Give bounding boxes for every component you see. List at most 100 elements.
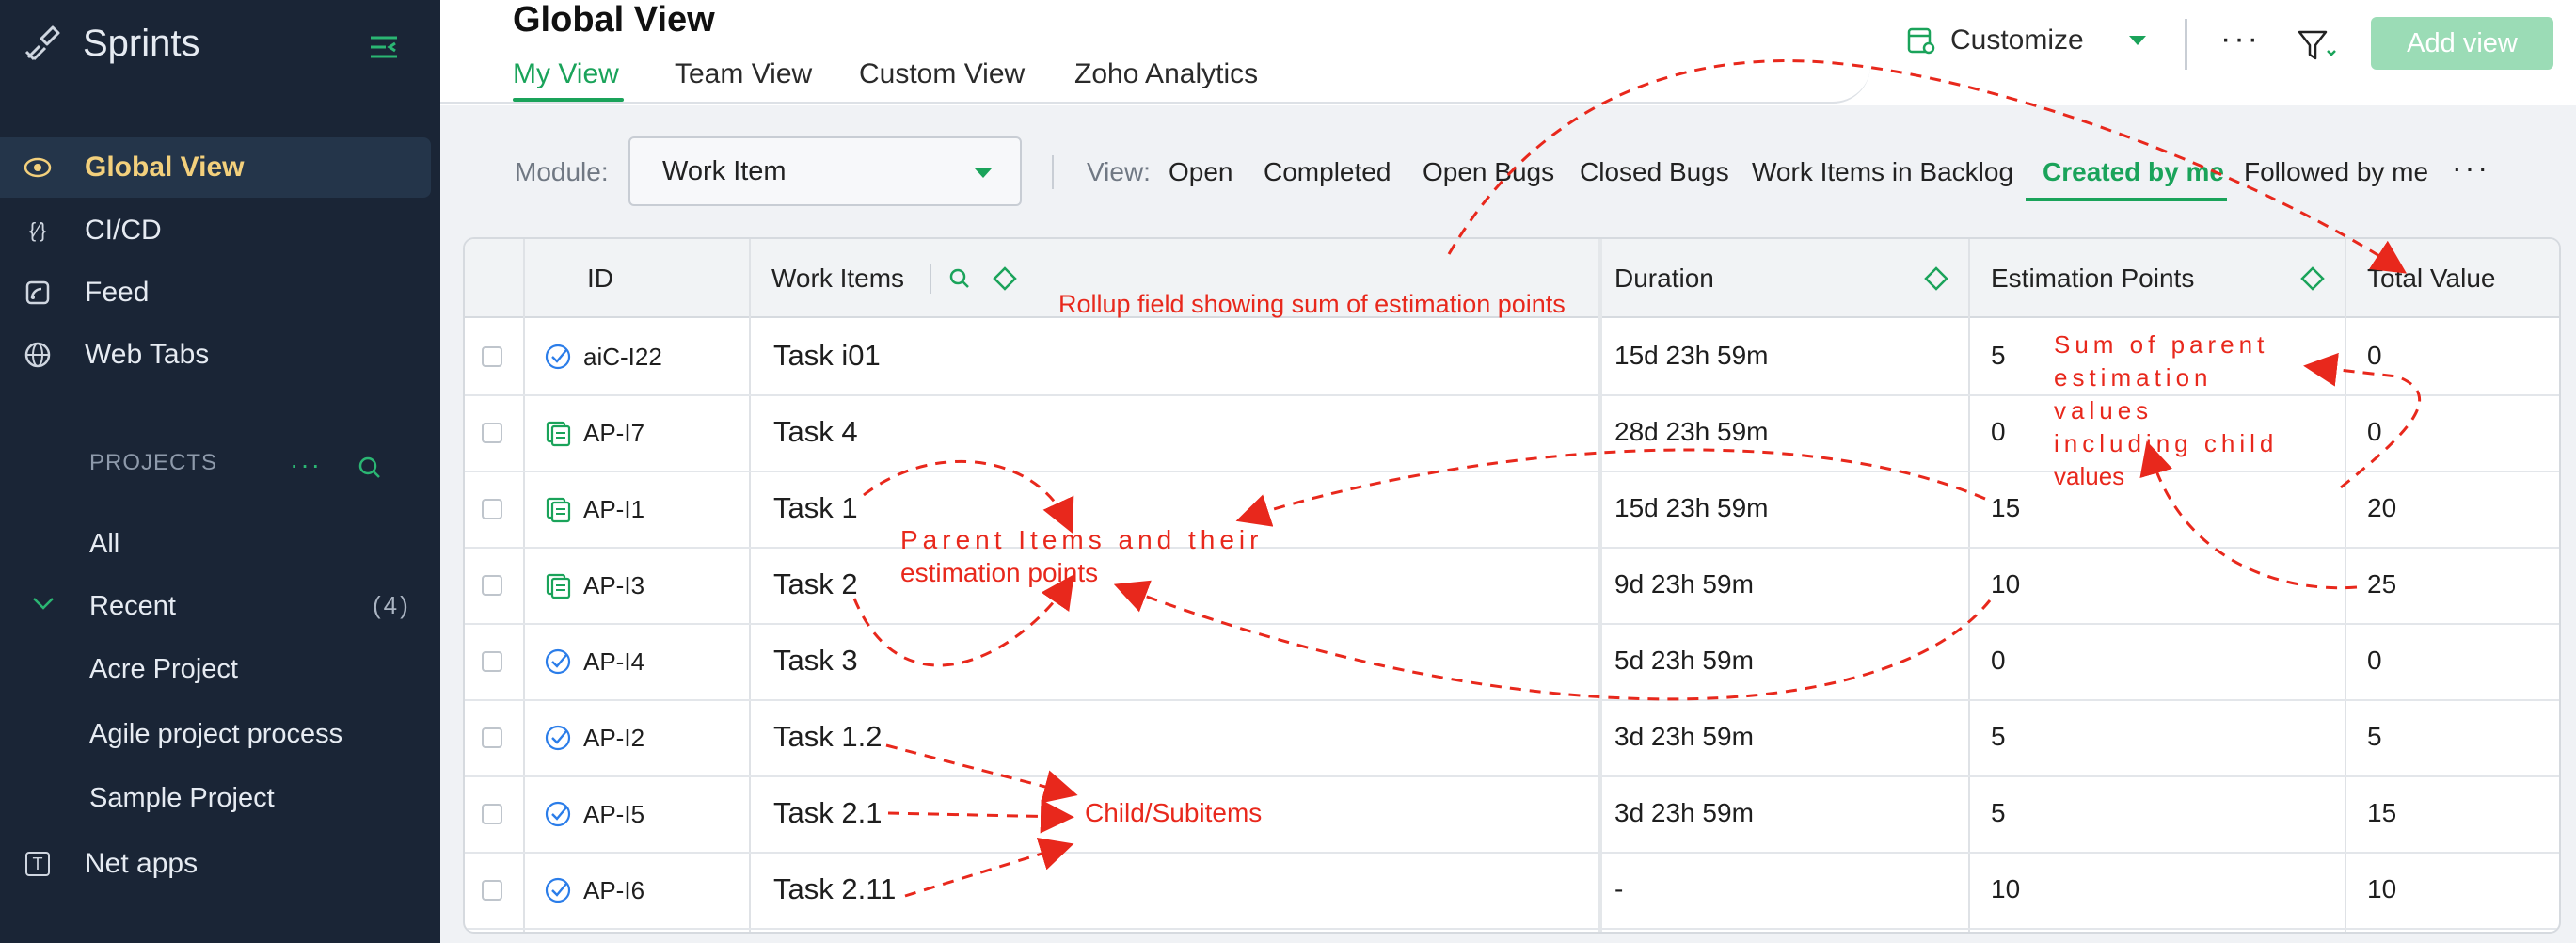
module-label: Module: [515, 157, 609, 186]
project-recent[interactable]: Recent [89, 591, 176, 622]
row-checkbox[interactable] [482, 651, 502, 672]
column-header-duration[interactable]: Duration [1614, 264, 1714, 294]
chevron-down-icon[interactable] [30, 595, 56, 614]
project-acre[interactable]: Acre Project [89, 654, 238, 685]
project-agile[interactable]: Agile project process [89, 719, 342, 750]
module-select[interactable]: Work Item [628, 136, 1022, 206]
view-backlog[interactable]: Work Items in Backlog [1752, 157, 2013, 187]
table-row[interactable]: AP-I5 Task 2.1 3d 23h 59m 5 15 [465, 777, 2559, 854]
view-created-by-me[interactable]: Created by me [2043, 157, 2224, 187]
cell-total-value: 20 [2367, 493, 2397, 522]
annotation-line: values [2054, 462, 2125, 490]
task-check-icon [544, 724, 572, 752]
sort-icon[interactable] [1923, 265, 1949, 292]
cell-id[interactable]: AP-I7 [583, 419, 644, 448]
column-header-total-value[interactable]: Total Value [2367, 264, 2495, 294]
story-icon [544, 495, 572, 523]
sidebar-item-label: Global View [85, 152, 245, 183]
view-closed-bugs[interactable]: Closed Bugs [1580, 157, 1729, 187]
header-separator [930, 264, 931, 294]
cell-work-item[interactable]: Task 2 [773, 567, 858, 601]
add-view-button[interactable]: Add view [2371, 17, 2553, 70]
cell-duration: 3d 23h 59m [1614, 798, 1754, 827]
view-followed-by-me[interactable]: Followed by me [2244, 157, 2428, 187]
net-apps-icon: T [21, 847, 55, 881]
cell-id[interactable]: AP-I6 [583, 876, 644, 905]
sidebar-collapse-icon[interactable] [365, 28, 403, 66]
cell-id[interactable]: aiC-I22 [583, 343, 662, 372]
row-checkbox[interactable] [482, 346, 502, 367]
task-check-icon [544, 876, 572, 904]
annotation-line: Sum of parent [2054, 330, 2269, 359]
cell-total-value: 0 [2367, 417, 2382, 446]
cell-work-item[interactable]: Task 3 [773, 644, 858, 678]
cell-total-value: 0 [2367, 341, 2382, 370]
project-all[interactable]: All [89, 529, 119, 560]
cell-id[interactable]: AP-I2 [583, 724, 644, 753]
tab-team-view[interactable]: Team View [675, 58, 812, 90]
tab-my-view[interactable]: My View [513, 58, 619, 90]
row-checkbox[interactable] [482, 804, 502, 824]
search-icon[interactable] [946, 265, 973, 292]
customize-button[interactable]: Customize [1905, 24, 2146, 56]
cicd-icon: {⁄} [28, 218, 47, 242]
cell-work-item[interactable]: Task 4 [773, 415, 858, 449]
cell-id[interactable]: AP-I3 [583, 571, 644, 600]
row-checkbox[interactable] [482, 575, 502, 596]
views-more-icon[interactable]: ··· [2452, 151, 2490, 185]
view-open[interactable]: Open [1169, 157, 1233, 187]
projects-more-icon[interactable]: ··· [290, 450, 322, 480]
row-checkbox[interactable] [482, 880, 502, 901]
row-checkbox[interactable] [482, 423, 502, 443]
table-row[interactable]: AP-I2 Task 1.2 3d 23h 59m 5 5 [465, 701, 2559, 777]
cell-work-item[interactable]: Task 2.11 [773, 872, 896, 906]
column-header-work-items[interactable]: Work Items [771, 264, 904, 294]
caret-down-icon [975, 168, 992, 178]
sort-icon[interactable] [992, 265, 1018, 292]
cell-total-value: 15 [2367, 798, 2397, 827]
sidebar-item-feed[interactable]: Feed [0, 263, 431, 323]
cell-estimation-points: 15 [1991, 493, 2021, 522]
project-sample[interactable]: Sample Project [89, 783, 275, 814]
cell-estimation-points: 10 [1991, 874, 2021, 903]
cell-work-item[interactable]: Task 1 [773, 491, 858, 525]
cell-duration: - [1614, 874, 1624, 903]
annotation-line: estimation values [2054, 363, 2213, 424]
sidebar-item-cicd[interactable]: {⁄} CI/CD [0, 200, 431, 261]
app-name: Sprints [83, 22, 200, 64]
sidebar-item-web-tabs[interactable]: Web Tabs [0, 325, 431, 385]
sidebar-item-net-apps[interactable]: T Net apps [0, 834, 431, 894]
cell-work-item[interactable]: Task 2.1 [773, 796, 882, 830]
brand[interactable]: Sprints [21, 17, 200, 70]
cell-id[interactable]: AP-I5 [583, 800, 644, 829]
cell-work-item[interactable]: Task i01 [773, 339, 881, 373]
cell-work-item[interactable]: Task 1.2 [773, 720, 882, 754]
sort-icon[interactable] [2299, 265, 2326, 292]
column-header-id[interactable]: ID [587, 264, 613, 294]
cell-duration: 15d 23h 59m [1614, 341, 1769, 370]
cell-id[interactable]: AP-I4 [583, 647, 644, 677]
cell-total-value: 10 [2367, 874, 2397, 903]
more-options-icon[interactable]: ··· [2220, 21, 2261, 57]
tab-zoho-analytics[interactable]: Zoho Analytics [1074, 58, 1258, 90]
active-view-indicator [2026, 198, 2227, 201]
projects-search-icon[interactable] [356, 454, 384, 482]
tab-custom-view[interactable]: Custom View [859, 58, 1025, 90]
customize-icon [1907, 27, 1935, 55]
view-completed[interactable]: Completed [1264, 157, 1391, 187]
cell-id[interactable]: AP-I1 [583, 495, 644, 524]
eye-icon [21, 151, 55, 184]
filter-icon[interactable] [2296, 26, 2337, 64]
row-checkbox[interactable] [482, 727, 502, 748]
table-row[interactable]: AP-I4 Task 3 5d 23h 59m 0 0 [465, 625, 2559, 701]
annotation-child-items: Child/Subitems [1085, 798, 1263, 827]
caret-down-icon [2128, 36, 2146, 45]
table-row[interactable]: AP-I6 Task 2.11 - 10 10 [465, 854, 2559, 930]
sidebar-item-global-view[interactable]: Global View [0, 137, 431, 198]
column-header-estimation-points[interactable]: Estimation Points [1991, 264, 2194, 294]
sprints-logo-icon [24, 25, 60, 61]
story-icon [544, 571, 572, 599]
row-checkbox[interactable] [482, 499, 502, 519]
view-open-bugs[interactable]: Open Bugs [1423, 157, 1554, 187]
table-row[interactable]: AP-I3 Task 2 9d 23h 59m 10 25 [465, 549, 2559, 625]
